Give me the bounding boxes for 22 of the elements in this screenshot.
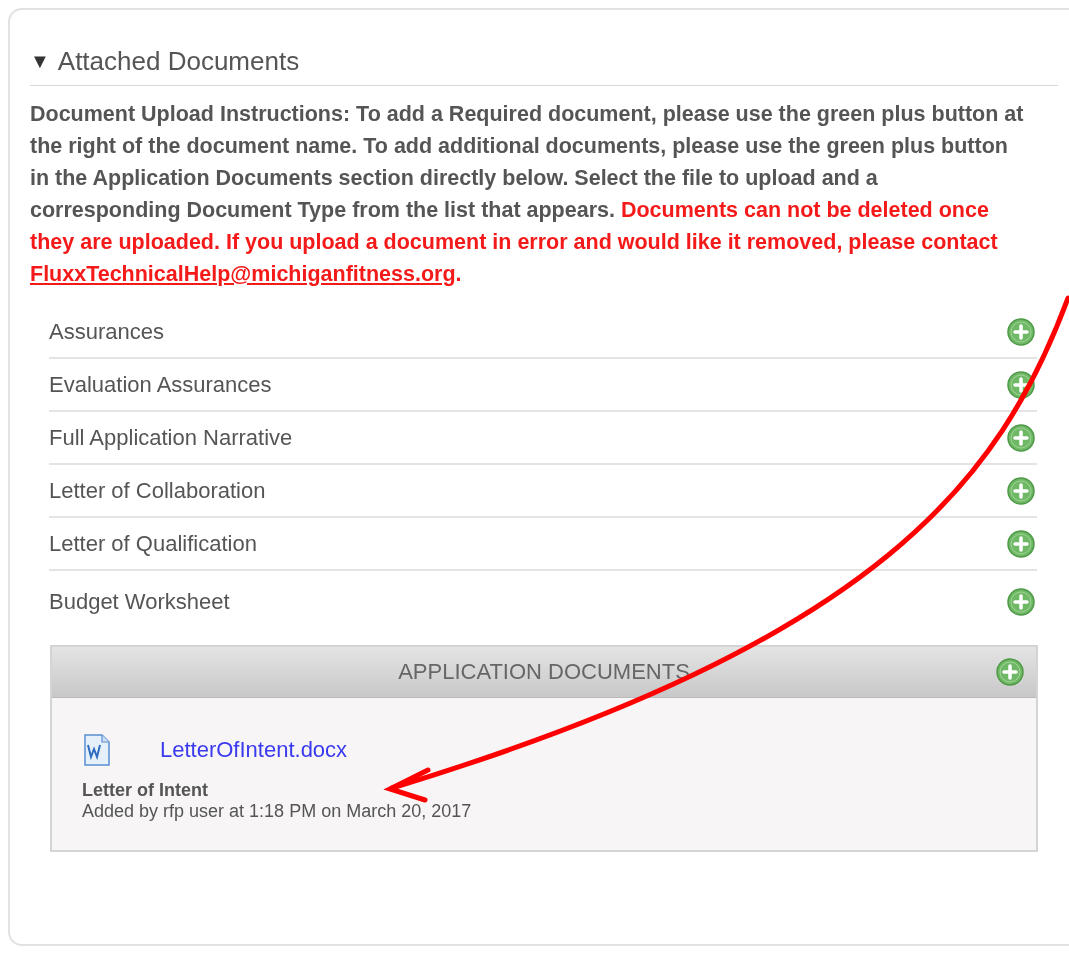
upload-info: Added by rfp user at 1:18 PM on March 20, 2017 [82,801,473,822]
add-icon[interactable] [996,658,1024,686]
add-icon[interactable] [1007,588,1035,616]
file-link[interactable]: LetterOfIntent.docx [160,737,348,763]
add-icon[interactable] [1007,529,1035,558]
panel-title: APPLICATION DOCUMENTS [398,659,690,685]
word-document-icon [82,734,112,766]
document-name: Full Application Narrative [49,424,293,451]
document-name: Assurances [49,318,164,345]
document-name: Evaluation Assurances [49,371,272,398]
add-icon[interactable] [1007,476,1035,505]
section-title: Attached Documents [57,46,300,77]
document-name: Letter of Collaboration [49,477,266,504]
email-link[interactable]: FluxxTechnicalHelp@michiganfitness.org [30,262,456,286]
add-icon[interactable] [1007,317,1035,346]
document-type: Letter of Intent [82,780,209,801]
upload-instructions: Document Upload Instructions: To add a Required document, please use the green plus button at the right of the document name. To add additional documents, please use the green plus button in the Application Documents section directly below. Select the file to upload and a corresponding Document Type from the list that appears. Documents can not be deleted once they are uploaded. If you upload a document in error and would like it removed, please contact FluxxTechnicalHelp@michiganfitness.org. [30,101,1025,288]
collapse-toggle[interactable]: ▼ [30,50,50,73]
document-name: Letter of Qualification [49,530,257,557]
add-icon[interactable] [1007,423,1035,452]
document-name: Budget Worksheet [49,589,230,615]
add-icon[interactable] [1007,370,1035,399]
